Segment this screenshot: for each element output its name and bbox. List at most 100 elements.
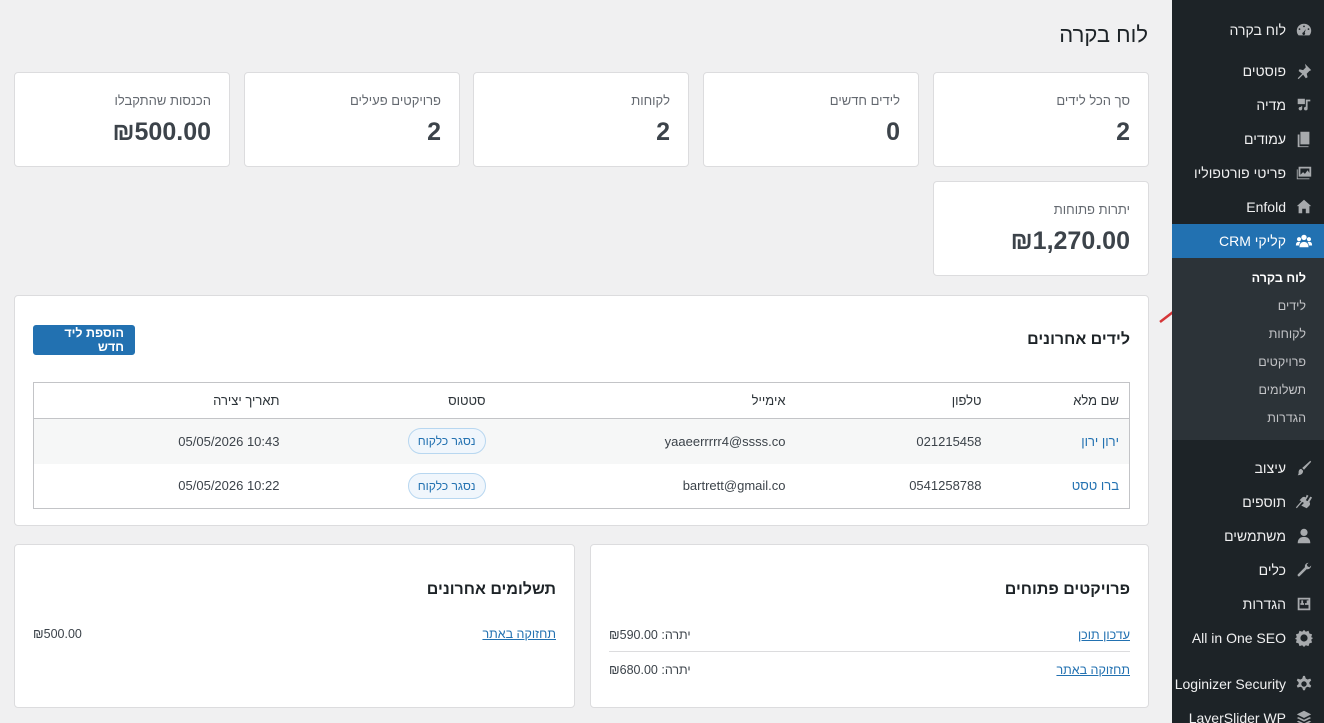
seo-icon [1294,628,1314,648]
submenu-item-leads[interactable]: לידים [1172,292,1324,320]
table-row: ברו טסט 0541258788 bartrett@gmail.co נסג… [34,464,1130,509]
payment-link[interactable]: תחזוקה באתר [482,627,556,641]
page-title: לוח בקרה [1059,22,1148,47]
sidebar-item-enfold[interactable]: Enfold [1172,190,1324,224]
stat-value: 2 [1116,118,1130,146]
sidebar-item-label: פריטי פורטפוליו [1194,165,1286,181]
sidebar-item-layerslider[interactable]: LayerSlider WP [1172,701,1324,723]
stat-card-new-leads: לידים חדשים 0 [703,72,919,167]
lead-name-link[interactable]: ירון ירון [1081,434,1119,449]
lead-phone: 0541258788 [909,478,982,494]
main-content: לוח בקרה סך הכל לידים 2 לידים חדשים 0 לק… [0,0,1250,723]
portfolio-icon [1294,163,1314,183]
stat-card-open-balances: יתרות פתוחות ₪1,270.00 [933,181,1149,276]
payment-amount: ₪500.00 [33,627,82,641]
submenu-item-clients[interactable]: לקוחות [1172,320,1324,348]
sidebar-item-dashboard[interactable]: לוח בקרה [1172,13,1324,47]
stat-label: פרויקטים פעילים [349,93,441,108]
sidebar-item-label: הגדרות [1242,596,1286,612]
sidebar-item-label: עמודים [1243,131,1286,147]
list-item: תחזוקה באתר יתרה: ₪680.00 [609,660,1130,680]
sidebar-item-label: כלים [1258,562,1286,578]
project-balance: יתרה: ₪680.00 [609,663,691,677]
lead-email: bartrett@gmail.co [682,478,786,494]
dashboard-icon [1294,20,1314,40]
stat-label: לידים חדשים [829,93,900,108]
sidebar-item-users[interactable]: משתמשים [1172,519,1324,553]
submenu-item-payments[interactable]: תשלומים [1172,376,1324,404]
brush-icon [1294,458,1314,478]
recent-leads-panel: לידים אחרונים הוספת ליד חדש שם מלא טלפון… [14,295,1149,526]
project-link[interactable]: עדכון תוכן [1078,628,1130,642]
leads-table: שם מלא טלפון אימייל סטטוס תאריך יצירה יר… [33,382,1130,509]
column-header: סטטוס [289,382,496,419]
stat-card-active-projects: פרויקטים פעילים 2 [244,72,460,167]
sidebar-item-label: משתמשים [1224,528,1286,544]
stat-label: הכנסות שהתקבלו [114,93,211,108]
stat-value: 0 [886,118,900,146]
gear-icon [1294,674,1314,694]
status-badge: נסגר כלקוח [407,428,486,455]
sidebar-item-media[interactable]: מדיה [1172,88,1324,122]
sidebar-item-label: LayerSlider WP [1188,710,1286,723]
balance-label: יתרה: [661,663,691,677]
lead-status-cell: נסגר כלקוח [289,418,496,464]
sidebar-item-label: עיצוב [1254,460,1286,476]
submenu-item-projects[interactable]: פרויקטים [1172,348,1324,376]
sidebar-item-posts[interactable]: פוסטים [1172,54,1324,88]
lead-status-cell: נסגר כלקוח [290,464,496,509]
sidebar-item-label: Loginizer Security [1174,676,1286,692]
table-row: ירון ירון 021215458 yaaeerrrrr4@ssss.co … [33,418,1130,464]
lead-name-link[interactable]: ברו טסט [1072,478,1119,493]
column-header: שם מלא [991,382,1130,419]
plugin-icon [1294,492,1314,512]
home-icon [1294,197,1314,217]
sidebar-item-label: Enfold [1246,199,1286,215]
stat-value: ₪1,270.00 [1010,227,1130,255]
lead-phone: 021215458 [795,418,992,464]
stat-label: יתרות פתוחות [1053,202,1130,217]
project-balance: יתרה: ₪590.00 [609,628,691,642]
column-header: תאריך יצירה [33,382,290,419]
column-header: טלפון [795,382,992,419]
project-link[interactable]: תחזוקה באתר [1056,663,1130,677]
balance-label: יתרה: [661,628,691,642]
sidebar-item-label: פוסטים [1242,63,1286,79]
table-header-row: שם מלא טלפון אימייל סטטוס תאריך יצירה [33,382,1130,419]
settings-icon [1294,594,1314,614]
sidebar-item-loginizer[interactable]: Loginizer Security [1172,667,1324,701]
list-item: תחזוקה באתר ₪500.00 [33,624,556,644]
submenu-item-settings[interactable]: הגדרות [1172,404,1324,432]
sidebar-item-settings[interactable]: הגדרות [1172,587,1324,621]
stat-card-income: הכנסות שהתקבלו ₪500.00 [14,72,230,167]
lead-name-cell: ירון ירון [991,418,1130,464]
sidebar-item-label: תוספים [1242,494,1286,510]
sidebar-item-crm[interactable]: קליקי CRM [1172,224,1324,258]
sidebar-item-portfolio[interactable]: פריטי פורטפוליו [1172,156,1324,190]
sidebar-item-pages[interactable]: עמודים [1172,122,1324,156]
pages-icon [1294,129,1314,149]
admin-sidebar: לוח בקרה פוסטים מדיה עמודים פריטי פורטפו… [1172,0,1324,723]
lead-name-cell: ברו טסט [992,464,1130,509]
groups-icon [1294,231,1314,251]
sidebar-item-appearance[interactable]: עיצוב [1172,451,1324,485]
stat-value: 2 [656,118,670,146]
column-header: אימייל [495,382,796,419]
submenu-item-dashboard[interactable]: לוח בקרה [1172,264,1324,292]
recent-payments-panel: תשלומים אחרונים תחזוקה באתר ₪500.00 [14,544,575,708]
sidebar-item-plugins[interactable]: תוספים [1172,485,1324,519]
stat-value: ₪500.00 [112,118,211,146]
recent-payments-title: תשלומים אחרונים [426,581,556,598]
recent-leads-title: לידים אחרונים [1027,331,1130,348]
lead-date: 05/05/2026 10:43 [33,418,290,464]
users-icon [1294,526,1314,546]
add-lead-button[interactable]: הוספת ליד חדש [33,325,135,355]
sidebar-item-tools[interactable]: כלים [1172,553,1324,587]
sidebar-item-aioseo[interactable]: All in One SEO [1172,621,1324,655]
wrench-icon [1294,560,1314,580]
sidebar-item-label: All in One SEO [1191,630,1286,646]
sidebar-item-label: קליקי CRM [1219,233,1286,249]
crm-submenu: לוח בקרה לידים לקוחות פרויקטים תשלומים ה… [1172,258,1324,440]
stat-card-total-leads: סך הכל לידים 2 [933,72,1149,167]
balance-value: ₪680.00 [609,663,658,677]
